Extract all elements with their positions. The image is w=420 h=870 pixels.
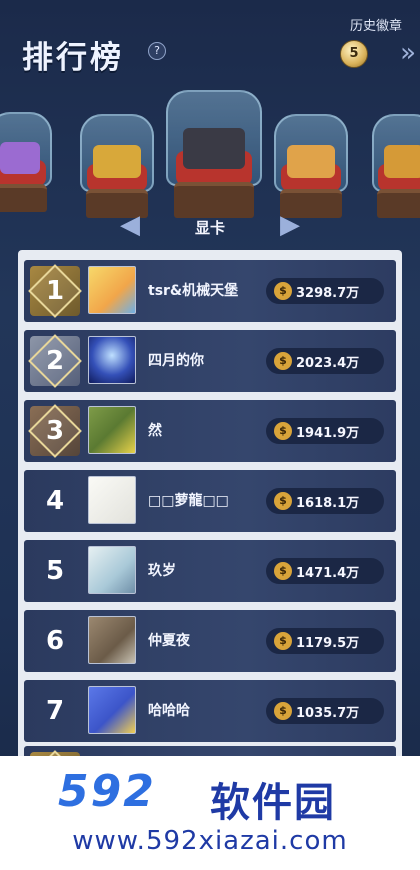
rank-badge-bronze: 3 [28, 404, 82, 458]
avatar[interactable] [88, 476, 136, 524]
ranking-row[interactable]: 4 □□萝龍□□ $ 1618.1万 [24, 470, 396, 532]
avatar[interactable] [88, 406, 136, 454]
player-name: 玖岁 [148, 563, 176, 579]
carousel-item-purple-gem[interactable] [0, 112, 52, 212]
score-value: 1618.1万 [296, 496, 360, 511]
player-name: 四月的你 [148, 353, 204, 369]
rank-badge: 6 [30, 616, 80, 666]
rank-badge-gold: 1 [28, 264, 82, 318]
player-name: 仲夏夜 [148, 633, 190, 649]
carousel-item-graphics-card[interactable] [166, 90, 262, 218]
avatar[interactable] [88, 546, 136, 594]
help-icon[interactable]: ? [148, 42, 166, 60]
score-pill: $ 1179.5万 [266, 628, 384, 654]
ranking-row[interactable]: 3 然 $ 1941.9万 [24, 400, 396, 462]
player-name: 哈哈哈 [148, 703, 190, 719]
glowing-gem-icon [287, 145, 335, 179]
rank-number: 1 [45, 276, 65, 306]
selected-category-label: 显卡 [194, 219, 225, 237]
ranking-row[interactable]: 1 tsr&机械天堡 $ 3298.7万 [24, 260, 396, 322]
avatar[interactable] [88, 336, 136, 384]
score-pill: $ 2023.4万 [266, 348, 384, 374]
ranking-row[interactable]: 7 哈哈哈 $ 1035.7万 [24, 680, 396, 742]
bitcoin-icon [93, 145, 141, 179]
player-name: □□萝龍□□ [148, 493, 229, 509]
score-value: 1471.4万 [296, 566, 360, 581]
score-pill: $ 3298.7万 [266, 278, 384, 304]
score-value: 3298.7万 [296, 286, 360, 301]
carousel-item-glowing-gem[interactable] [274, 114, 348, 218]
avatar[interactable] [88, 686, 136, 734]
coin-icon: $ [274, 422, 292, 440]
ranking-row[interactable]: 5 玖岁 $ 1471.4万 [24, 540, 396, 602]
rank-number: 6 [45, 626, 65, 656]
score-value: 1179.5万 [296, 636, 360, 651]
carousel-item-gold-ornament[interactable] [372, 114, 420, 218]
history-badges-label[interactable]: 历史徽章 [350, 15, 402, 34]
header: 排行榜 ? 历史徽章 5 » [0, 0, 420, 90]
carousel-item-bitcoin[interactable] [80, 114, 154, 218]
coin-icon: $ [274, 632, 292, 650]
coin-icon: $ [274, 562, 292, 580]
score-value: 1941.9万 [296, 426, 360, 441]
graphics-card-icon [183, 128, 245, 170]
ranking-row[interactable]: 6 仲夏夜 $ 1179.5万 [24, 610, 396, 672]
ranking-row[interactable]: 2 四月的你 $ 2023.4万 [24, 330, 396, 392]
score-pill: $ 1618.1万 [266, 488, 384, 514]
history-badge-icon[interactable]: 5 [340, 40, 368, 68]
rank-number: 2 [45, 346, 65, 376]
purple-gem-icon [0, 142, 41, 174]
avatar[interactable] [88, 616, 136, 664]
watermark-logo: 592 [58, 766, 156, 817]
page-title: 排行榜 [22, 40, 124, 76]
player-name: 然 [148, 423, 162, 439]
player-name: tsr&机械天堡 [148, 283, 239, 299]
rank-badge: 5 [30, 546, 80, 596]
watermark: 592 软件园 www.592xiazai.com [0, 756, 420, 870]
gold-ornament-icon [383, 145, 420, 179]
score-pill: $ 1035.7万 [266, 698, 384, 724]
coin-icon: $ [274, 282, 292, 300]
coin-icon: $ [274, 352, 292, 370]
watermark-url: www.592xiazai.com [72, 826, 348, 856]
rank-number: 7 [45, 696, 65, 726]
rank-number: 5 [45, 556, 65, 586]
watermark-text: 软件园 [210, 780, 336, 826]
rank-number: 4 [45, 486, 65, 516]
rank-badge: 7 [30, 686, 80, 736]
score-pill: $ 1941.9万 [266, 418, 384, 444]
rank-number: 3 [45, 416, 65, 446]
double-chevron-right-icon[interactable]: » [400, 38, 416, 68]
avatar[interactable] [88, 266, 136, 314]
score-pill: $ 1471.4万 [266, 558, 384, 584]
score-value: 1035.7万 [296, 706, 360, 721]
coin-icon: $ [274, 492, 292, 510]
coin-icon: $ [274, 702, 292, 720]
rank-badge-silver: 2 [28, 334, 82, 388]
rank-badge: 4 [30, 476, 80, 526]
score-value: 2023.4万 [296, 356, 360, 371]
